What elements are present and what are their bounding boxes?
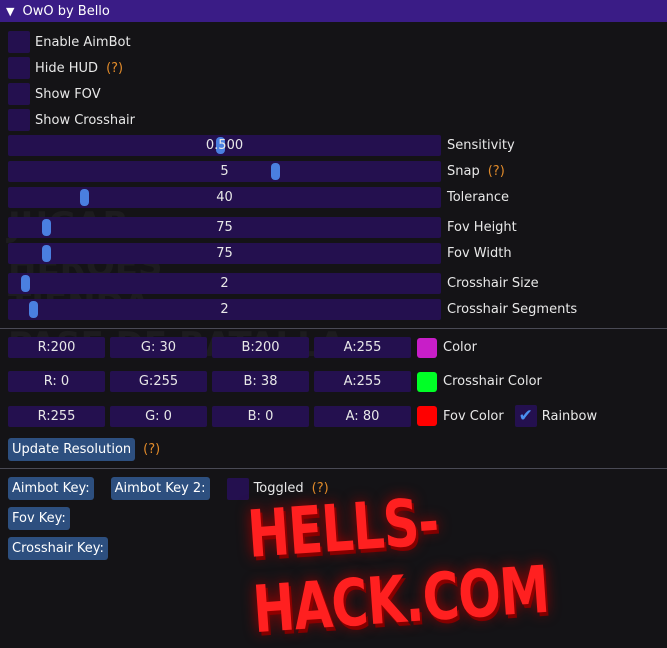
check-icon: ✔ — [518, 406, 533, 426]
slider-label-row: Tolerance — [447, 190, 509, 205]
slider-label-row: Snap (?) — [447, 164, 505, 179]
color-channel-input[interactable]: A:255 — [314, 371, 411, 392]
slider-value: 75 — [216, 246, 233, 261]
color-channel-input[interactable]: G: 30 — [110, 337, 207, 358]
color-channel-input[interactable]: R: 0 — [8, 371, 105, 392]
checkbox[interactable] — [8, 57, 30, 79]
slider-label: Fov Width — [447, 246, 512, 261]
aimbot-key-button[interactable]: Aimbot Key: — [8, 477, 94, 500]
color-channel-input[interactable]: R:255 — [8, 405, 105, 427]
slider-label: Fov Height — [447, 220, 517, 235]
checkbox-row[interactable]: Enable AimBot — [8, 31, 131, 53]
checkbox[interactable] — [8, 31, 30, 53]
color-swatch[interactable] — [417, 406, 437, 426]
color-edit-row: R:255 G: 0 B: 0 A: 80 Fov Color ✔ Rainbow — [8, 405, 597, 427]
window-title-bar[interactable]: ▼ OwO by Bello — [0, 0, 667, 22]
color-channel-input[interactable]: G:255 — [110, 371, 207, 392]
color-label: Color — [443, 340, 477, 355]
checkbox-label: Show Crosshair — [35, 112, 136, 128]
slider-label: Crosshair Size — [447, 276, 539, 291]
slider[interactable]: 40 — [8, 187, 441, 208]
slider-label: Crosshair Segments — [447, 302, 578, 317]
color-swatch[interactable] — [417, 337, 437, 358]
rainbow-label: Rainbow — [541, 408, 598, 424]
help-marker[interactable]: (?) — [106, 61, 123, 76]
slider-label: Sensitivity — [447, 138, 515, 153]
separator — [0, 468, 667, 469]
slider-label: Tolerance — [447, 190, 509, 205]
fov-key-button[interactable]: Fov Key: — [8, 507, 70, 530]
checkbox-label: Show FOV — [35, 86, 101, 102]
slider-label-row: Crosshair Segments — [447, 302, 577, 317]
color-label: Fov Color — [443, 408, 504, 424]
aimbot-key-2-button[interactable]: Aimbot Key 2: — [110, 477, 210, 500]
checkbox-label: Hide HUD — [35, 60, 99, 76]
slider[interactable]: 2 — [8, 299, 441, 320]
slider-label-row: Fov Height — [447, 220, 517, 235]
slider[interactable]: 2 — [8, 273, 441, 294]
update-resolution-button[interactable]: Update Resolution — [8, 438, 136, 461]
color-channel-input[interactable]: R:200 — [8, 337, 105, 358]
separator — [0, 328, 667, 329]
slider-value: 5 — [220, 164, 229, 179]
slider-value: 75 — [216, 220, 233, 235]
slider[interactable]: 75 — [8, 217, 441, 238]
collapse-triangle-icon[interactable]: ▼ — [6, 5, 14, 18]
slider[interactable]: 5 — [8, 161, 441, 182]
checkbox-row[interactable]: Hide HUD (?) — [8, 57, 123, 79]
checkbox-row[interactable]: Show Crosshair — [8, 109, 135, 131]
window-title: OwO by Bello — [22, 3, 110, 19]
color-channel-input[interactable]: B: 38 — [212, 371, 309, 392]
toggled-checkbox[interactable] — [226, 477, 249, 500]
checkbox[interactable] — [8, 83, 30, 105]
color-channel-input[interactable]: B: 0 — [212, 405, 309, 427]
color-channel-input[interactable]: A:255 — [314, 337, 411, 358]
slider[interactable]: 75 — [8, 243, 441, 264]
slider-label-row: Fov Width — [447, 246, 512, 261]
slider-value: 2 — [220, 302, 229, 317]
checkbox-row[interactable]: Show FOV — [8, 83, 101, 105]
color-edit-row: R: 0 G:255 B: 38 A:255 Crosshair Color — [8, 371, 542, 392]
color-label: Crosshair Color — [443, 374, 542, 389]
color-edit-row: R:200 G: 30 B:200 A:255 Color — [8, 337, 477, 358]
help-marker[interactable]: (?) — [143, 442, 160, 457]
slider[interactable]: 0.500 — [8, 135, 441, 156]
color-channel-input[interactable]: G: 0 — [110, 405, 207, 427]
slider-value: 2 — [220, 276, 229, 291]
crosshair-key-button[interactable]: Crosshair Key: — [8, 537, 108, 560]
help-marker[interactable]: (?) — [488, 164, 505, 179]
slider-value: 40 — [216, 190, 233, 205]
slider-label: Snap — [447, 164, 480, 179]
color-channel-input[interactable]: B:200 — [212, 337, 309, 358]
rainbow-checkbox[interactable]: ✔ — [514, 405, 537, 427]
slider-label-row: Sensitivity — [447, 138, 515, 153]
color-channel-input[interactable]: A: 80 — [314, 405, 411, 427]
checkbox-label: Enable AimBot — [35, 34, 131, 50]
checkbox[interactable] — [8, 109, 30, 131]
watermark-logo: HELLS-HACK.COM — [245, 484, 551, 648]
slider-label-row: Crosshair Size — [447, 276, 539, 291]
slider-value: 0.500 — [205, 138, 244, 153]
color-swatch[interactable] — [417, 371, 437, 392]
